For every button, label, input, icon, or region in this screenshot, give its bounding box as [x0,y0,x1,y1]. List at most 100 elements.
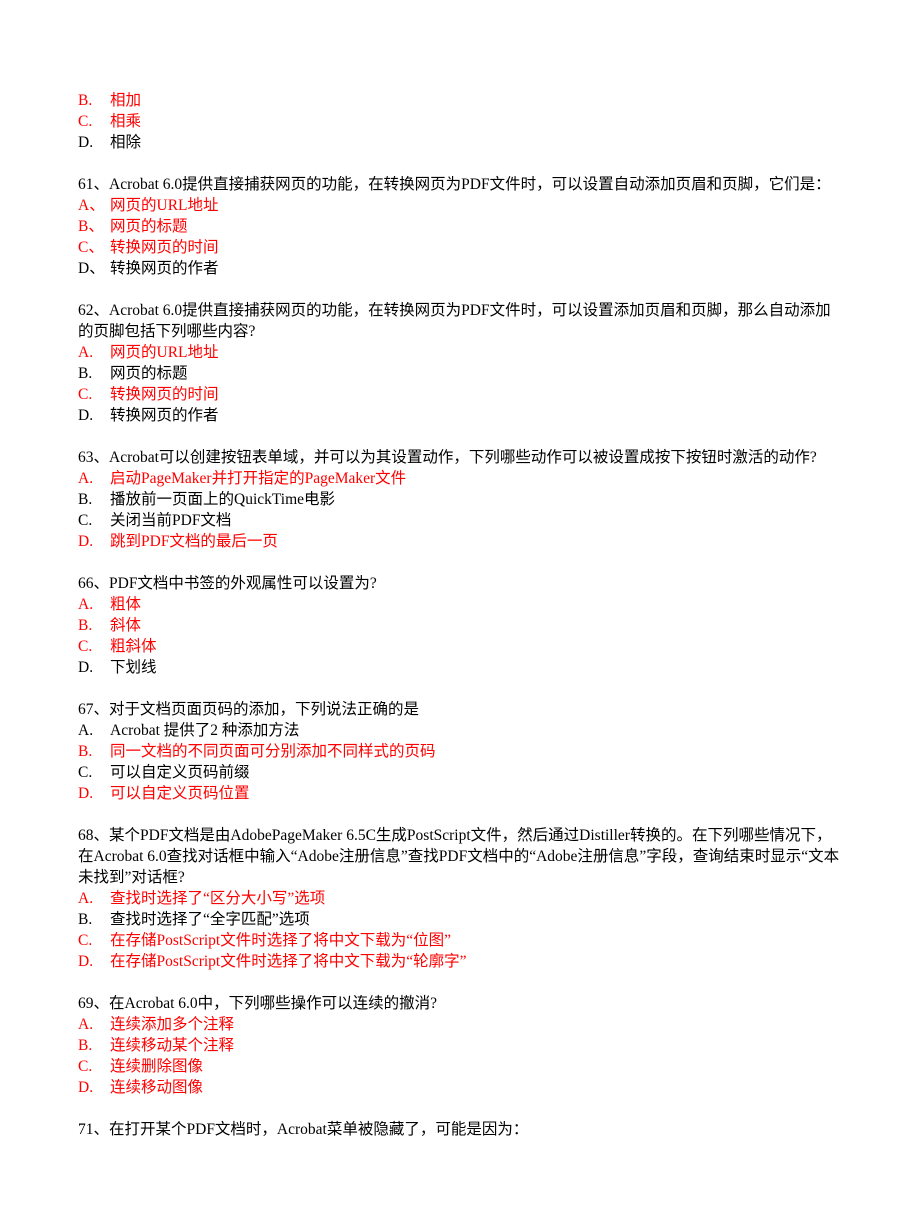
option-text: 相加 [110,90,842,111]
answer-option: D.连续移动图像 [78,1077,842,1098]
option-letter: A. [78,468,110,489]
option-letter: A、 [78,195,110,216]
option-text: 转换网页的时间 [110,384,842,405]
option-letter: A. [78,1014,110,1035]
option-text: 网页的标题 [110,363,842,384]
option-text: 在存储PostScript文件时选择了将中文下载为“轮廓字” [110,951,842,972]
option-text: 粗体 [110,594,842,615]
option-text: 转换网页的时间 [110,237,842,258]
option-text: 相除 [110,132,842,153]
question-block: 63、Acrobat可以创建按钮表单域，并可以为其设置动作，下列哪些动作可以被设… [78,447,842,552]
answer-option: C.相乘 [78,111,842,132]
option-letter: A. [78,342,110,363]
question-block: 68、某个PDF文档是由AdobePageMaker 6.5C生成PostScr… [78,825,842,972]
option-letter: B、 [78,216,110,237]
question-stem: 68、某个PDF文档是由AdobePageMaker 6.5C生成PostScr… [78,825,842,888]
answer-option: A.连续添加多个注释 [78,1014,842,1035]
answer-option: B.斜体 [78,615,842,636]
option-text: 连续添加多个注释 [110,1014,842,1035]
question-block: 62、Acrobat 6.0提供直接捕获网页的功能，在转换网页为PDF文件时，可… [78,300,842,426]
option-text: 相乘 [110,111,842,132]
option-letter: C、 [78,237,110,258]
option-letter: D. [78,132,110,153]
question-stem: 66、PDF文档中书签的外观属性可以设置为? [78,573,842,594]
question-block: 71、在打开某个PDF文档时，Acrobat菜单被隐藏了，可能是因为： [78,1119,842,1140]
answer-option: C.在存储PostScript文件时选择了将中文下载为“位图” [78,930,842,951]
option-text: 转换网页的作者 [110,258,842,279]
option-letter: D. [78,951,110,972]
answer-option: B.查找时选择了“全字匹配”选项 [78,909,842,930]
option-letter: B. [78,1035,110,1056]
question-stem: 69、在Acrobat 6.0中，下列哪些操作可以连续的撤消? [78,993,842,1014]
question-stem: 61、Acrobat 6.0提供直接捕获网页的功能，在转换网页为PDF文件时，可… [78,174,842,195]
option-letter: D、 [78,258,110,279]
option-letter: C. [78,384,110,405]
answer-option: C、转换网页的时间 [78,237,842,258]
answer-option: C.转换网页的时间 [78,384,842,405]
answer-option: B.连续移动某个注释 [78,1035,842,1056]
option-letter: C. [78,510,110,531]
question-block: 69、在Acrobat 6.0中，下列哪些操作可以连续的撤消?A.连续添加多个注… [78,993,842,1098]
option-letter: C. [78,1056,110,1077]
option-letter: C. [78,762,110,783]
option-text: 启动PageMaker并打开指定的PageMaker文件 [110,468,842,489]
answer-option: A、网页的URL地址 [78,195,842,216]
question-stem: 62、Acrobat 6.0提供直接捕获网页的功能，在转换网页为PDF文件时，可… [78,300,842,342]
answer-option: C.可以自定义页码前缀 [78,762,842,783]
option-text: 网页的标题 [110,216,842,237]
option-text: 可以自定义页码前缀 [110,762,842,783]
question-stem: 63、Acrobat可以创建按钮表单域，并可以为其设置动作，下列哪些动作可以被设… [78,447,842,468]
option-text: 连续移动图像 [110,1077,842,1098]
option-letter: B. [78,741,110,762]
option-text: Acrobat 提供了2 种添加方法 [110,720,842,741]
option-letter: C. [78,636,110,657]
option-text: 连续删除图像 [110,1056,842,1077]
answer-option: A.网页的URL地址 [78,342,842,363]
question-block: 66、PDF文档中书签的外观属性可以设置为?A.粗体B.斜体C.粗斜体D.下划线 [78,573,842,678]
answer-option: D.在存储PostScript文件时选择了将中文下载为“轮廓字” [78,951,842,972]
answer-option: B.网页的标题 [78,363,842,384]
option-text: 查找时选择了“全字匹配”选项 [110,909,842,930]
answer-option: B.播放前一页面上的QuickTime电影 [78,489,842,510]
option-text: 网页的URL地址 [110,342,842,363]
answer-option: B、网页的标题 [78,216,842,237]
answer-option: A.Acrobat 提供了2 种添加方法 [78,720,842,741]
option-letter: B. [78,909,110,930]
option-text: 粗斜体 [110,636,842,657]
option-text: 播放前一页面上的QuickTime电影 [110,489,842,510]
question-stem: 71、在打开某个PDF文档时，Acrobat菜单被隐藏了，可能是因为： [78,1119,842,1140]
option-letter: D. [78,405,110,426]
option-text: 跳到PDF文档的最后一页 [110,531,842,552]
option-text: 网页的URL地址 [110,195,842,216]
answer-option: C.粗斜体 [78,636,842,657]
option-text: 同一文档的不同页面可分别添加不同样式的页码 [110,741,842,762]
option-text: 转换网页的作者 [110,405,842,426]
option-text: 斜体 [110,615,842,636]
question-block: 67、对于文档页面页码的添加，下列说法正确的是A.Acrobat 提供了2 种添… [78,699,842,804]
option-letter: A. [78,888,110,909]
option-letter: B. [78,489,110,510]
option-letter: A. [78,720,110,741]
option-text: 连续移动某个注释 [110,1035,842,1056]
option-letter: A. [78,594,110,615]
answer-option: A.粗体 [78,594,842,615]
answer-option: B.同一文档的不同页面可分别添加不同样式的页码 [78,741,842,762]
option-text: 在存储PostScript文件时选择了将中文下载为“位图” [110,930,842,951]
answer-option: B.相加 [78,90,842,111]
answer-option: C.连续删除图像 [78,1056,842,1077]
answer-option: D.相除 [78,132,842,153]
question-block: 61、Acrobat 6.0提供直接捕获网页的功能，在转换网页为PDF文件时，可… [78,174,842,279]
option-letter: D. [78,531,110,552]
option-text: 查找时选择了“区分大小写”选项 [110,888,842,909]
answer-option: D.跳到PDF文档的最后一页 [78,531,842,552]
option-letter: D. [78,783,110,804]
option-letter: C. [78,930,110,951]
answer-option: C.关闭当前PDF文档 [78,510,842,531]
option-text: 下划线 [110,657,842,678]
option-letter: B. [78,90,110,111]
option-letter: C. [78,111,110,132]
option-letter: D. [78,657,110,678]
option-letter: B. [78,615,110,636]
orphan-options: B.相加C.相乘D.相除 [78,90,842,153]
answer-option: A.启动PageMaker并打开指定的PageMaker文件 [78,468,842,489]
